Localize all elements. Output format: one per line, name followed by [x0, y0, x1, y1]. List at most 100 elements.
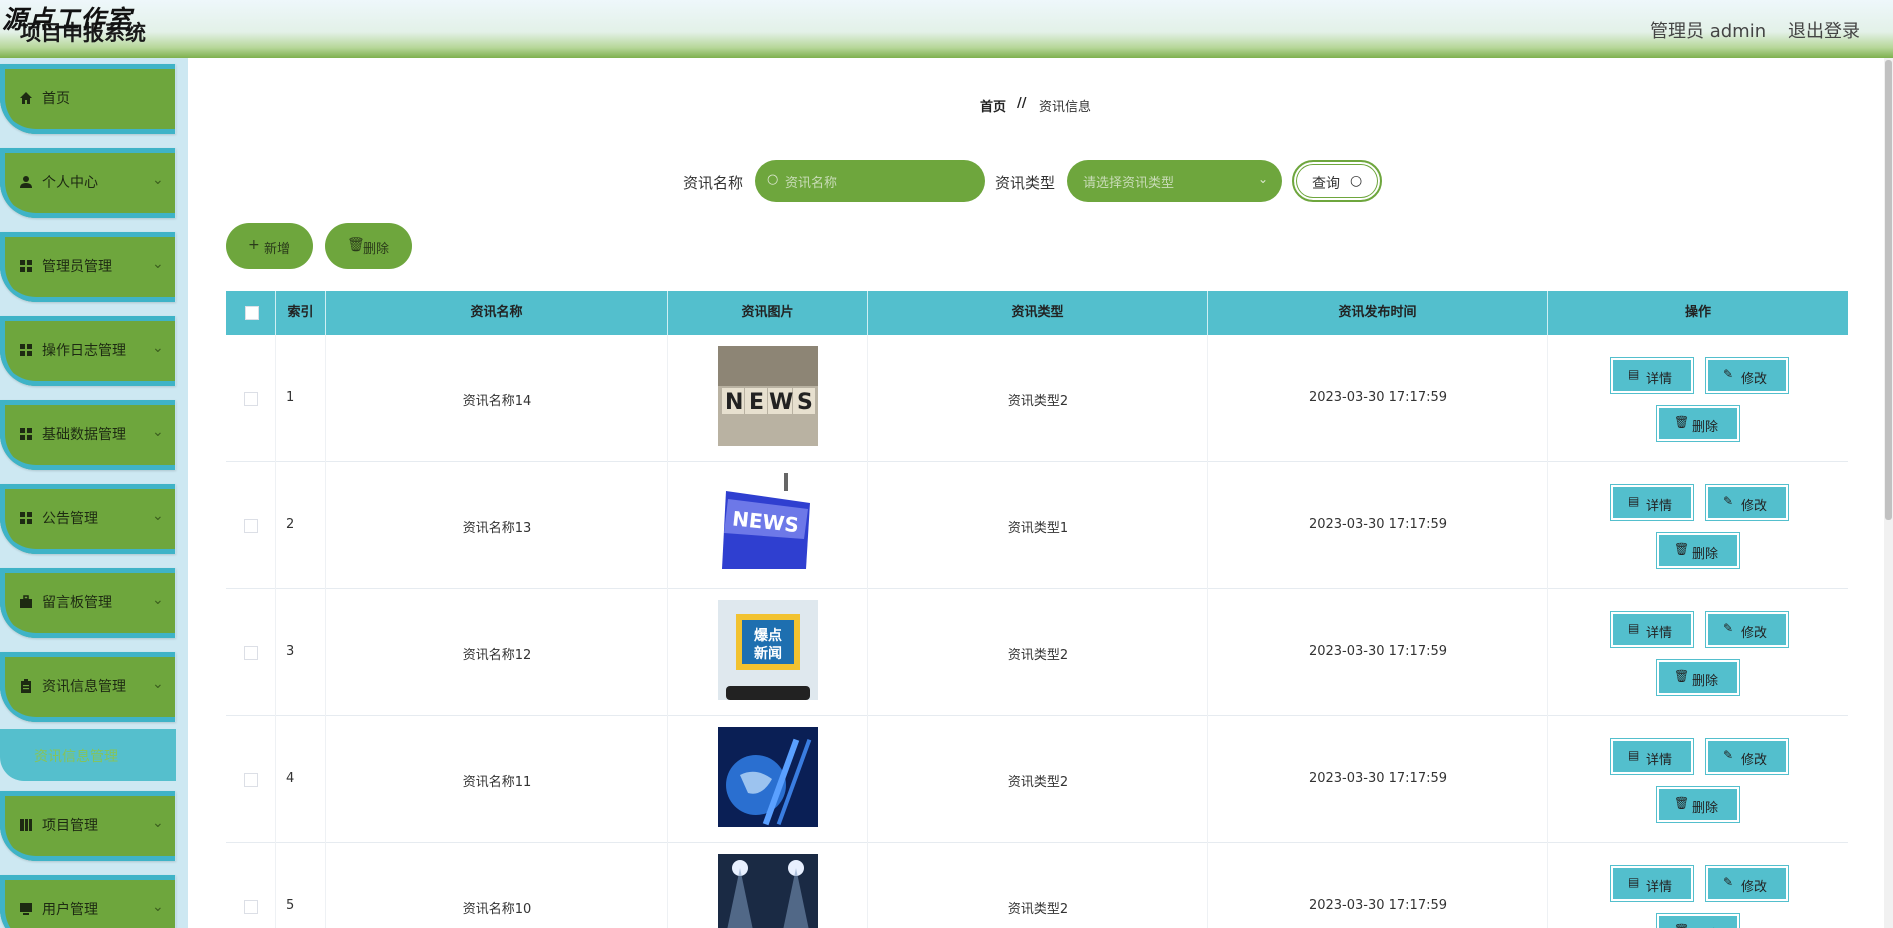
delete-row-button[interactable]: 🗑删除 [1656, 532, 1740, 569]
index-cell: 4 [276, 716, 326, 843]
news-thumbnail[interactable] [718, 727, 818, 827]
admin-label: 管理员 admin [1650, 21, 1767, 42]
edit-button-label: 修改 [1741, 626, 1768, 641]
sidebar-item-label: 公告管理 [42, 511, 98, 527]
select-cell [226, 589, 276, 716]
index-cell: 3 [276, 589, 326, 716]
delete-row-button[interactable]: 🗑删除 [1656, 786, 1740, 823]
news-name: 资讯名称12 [462, 648, 532, 663]
edit-button[interactable]: ✎ 修改 [1705, 484, 1789, 521]
row-checkbox[interactable] [244, 900, 258, 914]
news-thumbnail[interactable]: NEWS [718, 473, 818, 573]
grid-icon [19, 259, 33, 273]
sidebar-subitem-news-management[interactable]: 资讯信息管理 [0, 729, 176, 781]
edit-button[interactable]: ✎ 修改 [1705, 611, 1789, 648]
sidebar-item-label: 个人中心 [42, 175, 98, 191]
news-thumbnail[interactable]: NEWS [718, 346, 818, 446]
pencil-icon: ✎ [1723, 748, 1734, 762]
chevron-down-icon: ⌄ [152, 340, 164, 356]
chevron-down-icon: ⌄ [152, 815, 164, 831]
column-header-name: 资讯名称 [326, 291, 668, 335]
actions-cell: ▤ 详情 ✎ 修改 🗑删除 [1548, 843, 1848, 928]
name-cell: 资讯名称12 [326, 589, 668, 716]
news-type: 资讯类型2 [1007, 902, 1069, 917]
news-thumbnail[interactable] [718, 854, 818, 928]
logout-link[interactable]: 退出登录 [1788, 17, 1860, 43]
scrollbar-thumb[interactable] [1885, 60, 1892, 520]
row-checkbox[interactable] [244, 392, 258, 406]
svg-text:N: N [725, 390, 743, 415]
query-button[interactable]: 查询 ○ [1292, 160, 1382, 202]
add-button[interactable]: + 新增 [226, 223, 313, 269]
edit-button[interactable]: ✎ 修改 [1705, 738, 1789, 775]
news-thumbnail[interactable]: 爆点 新闻 [718, 600, 818, 700]
detail-button[interactable]: ▤ 详情 [1610, 611, 1694, 648]
row-checkbox[interactable] [244, 773, 258, 787]
delete-row-button[interactable]: 🗑删除 [1656, 659, 1740, 696]
select-all-checkbox[interactable] [245, 306, 259, 320]
edit-button[interactable]: ✎ 修改 [1705, 357, 1789, 394]
svg-text:新闻: 新闻 [754, 645, 782, 662]
grid-icon [19, 511, 33, 525]
sidebar-item-user-management[interactable]: 用户管理 ⌄ [0, 875, 176, 928]
pencil-icon: ✎ [1723, 367, 1734, 381]
sidebar-item-admin-management[interactable]: 管理员管理 ⌄ [0, 232, 176, 302]
image-cell: NEWS [668, 335, 868, 462]
select-cell [226, 462, 276, 589]
sidebar-item-news-management[interactable]: 资讯信息管理 ⌄ [0, 652, 176, 722]
document-icon: ▤ [1628, 748, 1640, 762]
row-checkbox[interactable] [244, 646, 258, 660]
detail-button[interactable]: ▤ 详情 [1610, 357, 1694, 394]
trash-icon: 🗑 [1674, 923, 1689, 928]
edit-button-label: 修改 [1741, 880, 1768, 895]
news-name-label: 资讯名称 [683, 174, 744, 192]
news-name-search-input[interactable]: ○ 资讯名称 [755, 160, 985, 202]
table-row: 5 资讯名称10 资讯类型2 2023-03-30 17:17:59 ▤ 详情 ✎ 修改 🗑删除 [226, 843, 1848, 928]
publish-time: 2023-03-30 17:17:59 [1308, 898, 1448, 913]
detail-button[interactable]: ▤ 详情 [1610, 484, 1694, 521]
chevron-down-icon: ⌄ [152, 676, 164, 692]
detail-button[interactable]: ▤ 详情 [1610, 865, 1694, 902]
sidebar-item-message-board[interactable]: 留言板管理 ⌄ [0, 568, 176, 638]
document-icon: ▤ [1628, 367, 1640, 381]
breadcrumb-current: 资讯信息 [1039, 100, 1092, 115]
sidebar-item-project-management[interactable]: 项目管理 ⌄ [0, 791, 176, 861]
table-row: 3 资讯名称12 爆点 新闻 资讯类型2 2023-03-30 17:17:59 ▤ 详情 ✎ 修… [226, 589, 1848, 716]
table-row: 4 资讯名称11 资讯类型2 2023-03-30 17:17:59 ▤ 详情 ✎ 修改 🗑 删除 [226, 716, 1848, 843]
news-name: 资讯名称13 [462, 521, 532, 536]
sidebar-item-label: 管理员管理 [42, 259, 112, 275]
sidebar-item-home[interactable]: 首页 [0, 64, 176, 134]
sidebar-item-label: 资讯信息管理 [42, 679, 126, 695]
sidebar-item-operation-log[interactable]: 操作日志管理 ⌄ [0, 316, 176, 386]
time-cell: 2023-03-30 17:17:59 [1208, 589, 1548, 716]
breadcrumb-home[interactable]: 首页 [980, 96, 1006, 115]
type-cell: 资讯类型2 [868, 335, 1208, 462]
publish-time: 2023-03-30 17:17:59 [1308, 644, 1448, 659]
user-icon [19, 175, 33, 189]
watermark-text: 源点工作室 [2, 5, 133, 34]
sidebar-item-personal-center[interactable]: 个人中心 ⌄ [0, 148, 176, 218]
publish-time: 2023-03-30 17:17:59 [1308, 771, 1448, 786]
detail-button[interactable]: ▤ 详情 [1610, 738, 1694, 775]
actions-cell: ▤ 详情 ✎ 修改 🗑删除 [1548, 335, 1848, 462]
news-type: 资讯类型2 [1007, 648, 1069, 663]
book-icon [19, 818, 33, 832]
sidebar-item-notice[interactable]: 公告管理 ⌄ [0, 484, 176, 554]
news-name: 资讯名称14 [462, 394, 532, 409]
detail-button-label: 详情 [1646, 626, 1673, 641]
delete-row-button[interactable]: 🗑删除 [1656, 405, 1740, 442]
edit-button-label: 修改 [1741, 753, 1768, 768]
select-cell [226, 716, 276, 843]
delete-row-button[interactable]: 🗑删除 [1656, 913, 1740, 928]
trash-icon: 🗑 [1674, 796, 1690, 810]
edit-button[interactable]: ✎ 修改 [1705, 865, 1789, 902]
chevron-down-icon: ⌄ [1257, 172, 1268, 186]
batch-delete-button[interactable]: 🗑 删除 [325, 223, 412, 269]
row-checkbox[interactable] [244, 519, 258, 533]
sidebar-item-basic-data[interactable]: 基础数据管理 ⌄ [0, 400, 176, 470]
news-type-select[interactable]: 请选择资讯类型 ⌄ [1067, 160, 1282, 202]
time-cell: 2023-03-30 17:17:59 [1208, 462, 1548, 589]
select-placeholder: 请选择资讯类型 [1083, 176, 1175, 191]
sidebar-subitem-label: 资讯信息管理 [34, 749, 118, 765]
plus-icon: + [248, 237, 260, 253]
